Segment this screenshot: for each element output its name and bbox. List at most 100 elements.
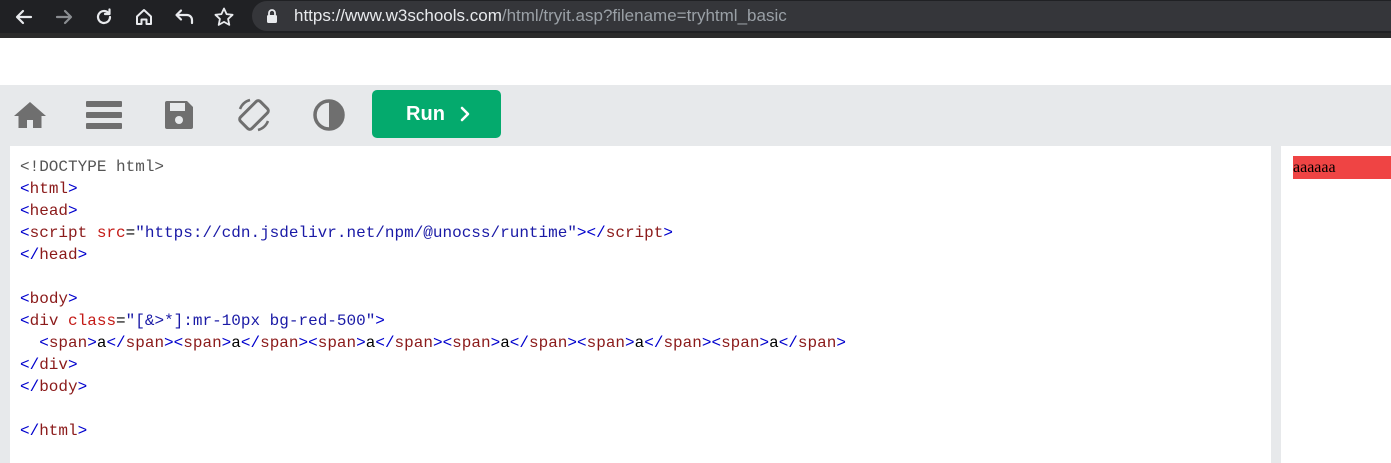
code-line: <head> (20, 200, 846, 222)
url-host: https://www.w3schools.com (294, 6, 502, 25)
home-icon[interactable] (131, 4, 157, 30)
save-icon[interactable] (161, 98, 197, 132)
code-token-br: > (164, 334, 174, 352)
menu-icon[interactable] (86, 98, 122, 132)
address-bar[interactable]: https://www.w3schools.com/html/tryit.asp… (252, 1, 1391, 31)
code-token-attr: src (96, 224, 126, 242)
workspace: <!DOCTYPE html> <html> <head> <script src="… (0, 145, 1391, 463)
undo-icon[interactable] (171, 4, 197, 30)
code-token-tag: div (29, 312, 59, 330)
rotate-icon[interactable] (236, 98, 272, 132)
code-token-tag: span (797, 334, 837, 352)
code-token-tag: span (183, 334, 222, 352)
code-token-br: < (39, 334, 49, 352)
code-token-text: a (365, 334, 376, 352)
code-token-br: < (20, 312, 30, 330)
code-line: </body> (20, 376, 846, 398)
tryit-toolbar: Run (0, 85, 1391, 145)
code-token-text: = (125, 224, 136, 242)
result-output: aaaaaa (1293, 156, 1391, 179)
code-token-br: < (711, 334, 722, 352)
result-panel: aaaaaa (1281, 146, 1391, 463)
code-token-tag: head (29, 202, 69, 220)
code-token-br: > (625, 334, 635, 352)
code-token-tag: span (529, 334, 568, 352)
bookmark-star-icon[interactable] (211, 4, 237, 30)
code-token-str: "[&>*]:mr-10px bg-red-500" (125, 312, 376, 330)
code-token-text: = (116, 312, 126, 330)
code-line: <span>a</span><span>a</span><span>a</spa… (20, 332, 846, 354)
run-button[interactable]: Run (372, 90, 501, 138)
code-token-br: < (308, 334, 318, 352)
code-token-doc: <!DOCTYPE html> (20, 158, 165, 176)
home-icon[interactable] (12, 98, 48, 132)
lock-icon (266, 8, 278, 29)
code-token-br: > (375, 312, 385, 330)
code-token-br: < (442, 334, 453, 352)
code-token-tag: div (39, 356, 69, 374)
code-token-attr: class (68, 312, 117, 330)
code-token-br: < (577, 334, 587, 352)
code-token-br: </ (644, 334, 664, 352)
code-token-text: a (500, 334, 510, 352)
code-token-br: < (173, 334, 184, 352)
code-content[interactable]: <!DOCTYPE html> <html> <head> <script src="… (20, 156, 846, 442)
code-token-br: > (576, 224, 587, 242)
code-token-br: > (356, 334, 366, 352)
run-button-label: Run (406, 102, 445, 125)
code-token-br: > (663, 224, 673, 242)
code-token-br: </ (106, 334, 126, 352)
reload-icon[interactable] (91, 4, 117, 30)
code-token-br: > (68, 180, 78, 198)
contrast-icon[interactable] (311, 98, 347, 132)
code-token-br: </ (586, 224, 606, 242)
code-token-text: a (769, 334, 779, 352)
back-arrow-icon[interactable] (11, 4, 37, 30)
code-token-br: > (567, 334, 578, 352)
code-token-br: </ (375, 334, 395, 352)
page-top-strip (0, 38, 1391, 85)
code-token-tag: span (452, 334, 491, 352)
code-token-tag: script (605, 224, 664, 242)
code-token-tag: span (317, 334, 357, 352)
url-path: /html/tryit.asp?filename=tryhtml_basic (501, 6, 787, 25)
code-token-tag: head (39, 246, 78, 264)
code-token-str: "https://cdn.jsdelivr.net/npm/@unocss/ru… (135, 224, 577, 242)
code-line: <body> (20, 288, 846, 310)
code-token-tag: span (721, 334, 760, 352)
code-line: </html> (20, 420, 846, 442)
code-token-tag: html (29, 180, 69, 198)
code-line: <html> (20, 178, 846, 200)
code-token-tag: span (125, 334, 165, 352)
code-line: <div class="[&>*]:mr-10px bg-red-500"> (20, 310, 846, 332)
code-token-br: > (77, 378, 88, 396)
code-token-br: > (77, 246, 88, 264)
code-line: <!DOCTYPE html> (20, 156, 846, 178)
code-token-br: </ (20, 246, 40, 264)
code-token-tag: span (586, 334, 626, 352)
code-token-br: < (20, 180, 30, 198)
code-token-br: < (20, 202, 30, 220)
code-editor[interactable]: <!DOCTYPE html> <html> <head> <script src="… (10, 146, 1271, 463)
forward-arrow-icon[interactable] (51, 4, 77, 30)
code-token-text: a (634, 334, 645, 352)
code-token-br: > (68, 202, 78, 220)
code-token-br: > (221, 334, 232, 352)
code-token-tag: script (29, 224, 88, 242)
code-line: <script src="https://cdn.jsdelivr.net/np… (20, 222, 846, 244)
code-token-br: < (20, 224, 30, 242)
code-line: </head> (20, 244, 846, 266)
browser-toolbar: https://www.w3schools.com/html/tryit.asp… (0, 0, 1391, 33)
code-token-br: </ (509, 334, 529, 352)
code-token-br: > (87, 334, 97, 352)
code-token-tag: html (39, 422, 78, 440)
code-token-tag: body (39, 378, 78, 396)
code-token-br: > (77, 422, 88, 440)
code-token-tag: span (260, 334, 299, 352)
code-token-text: a (96, 334, 107, 352)
